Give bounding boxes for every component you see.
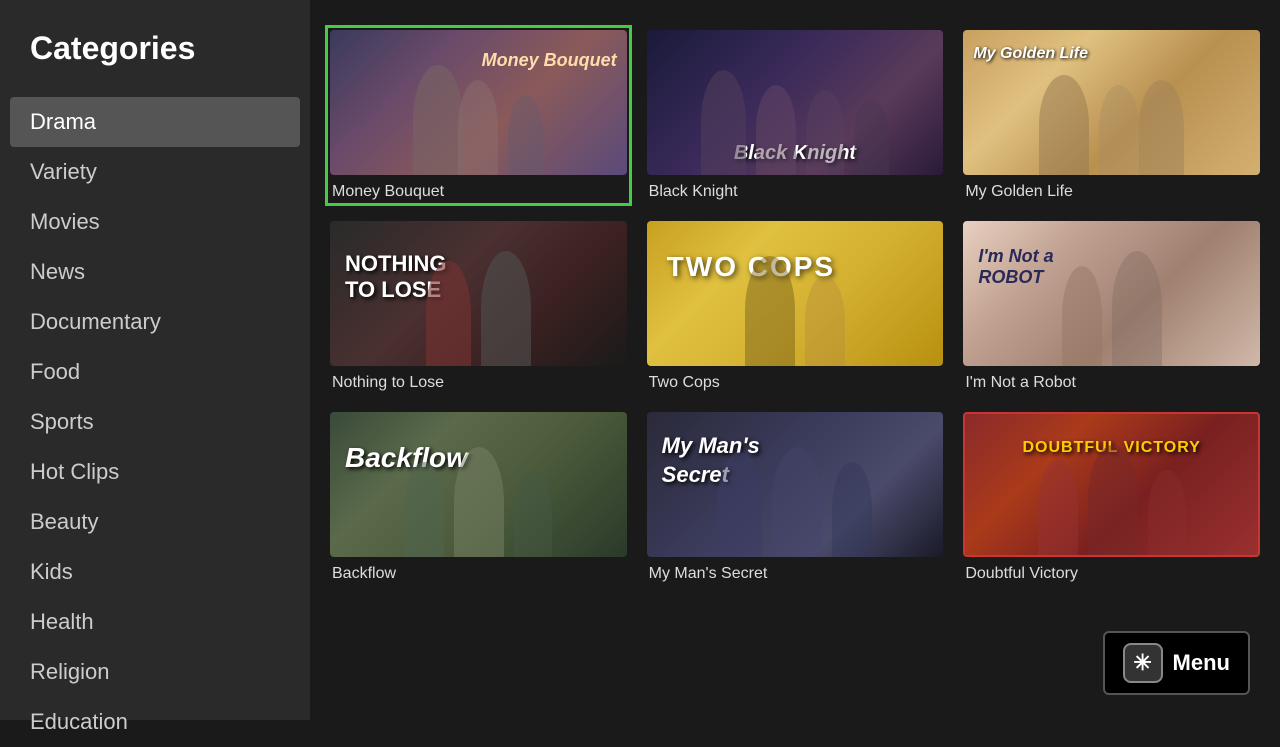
show-card-not-a-robot[interactable]: I'm Not a Robot	[963, 221, 1260, 392]
people-nothing-to-lose	[330, 221, 627, 366]
content-grid: Money Bouquet Black Knight	[330, 30, 1260, 583]
sidebar-item-education[interactable]: Education	[0, 697, 310, 747]
show-title-backflow: Backflow	[330, 565, 627, 583]
sidebar-item-food[interactable]: Food	[0, 347, 310, 397]
menu-label: Menu	[1173, 650, 1230, 676]
show-title-two-cops: Two Cops	[647, 374, 944, 392]
asterisk-symbol: ✳	[1133, 650, 1151, 676]
show-card-money-bouquet[interactable]: Money Bouquet	[330, 30, 627, 201]
sidebar-item-sports[interactable]: Sports	[0, 397, 310, 447]
people-two-cops	[647, 221, 944, 366]
show-card-doubtful-victory[interactable]: Doubtful Victory	[963, 412, 1260, 583]
show-card-two-cops[interactable]: Two Cops	[647, 221, 944, 392]
show-title-black-knight: Black Knight	[647, 183, 944, 201]
sidebar-item-health[interactable]: Health	[0, 597, 310, 647]
show-title-my-golden-life: My Golden Life	[963, 183, 1260, 201]
people-black-knight	[647, 30, 944, 175]
show-title-money-bouquet: Money Bouquet	[330, 183, 627, 201]
thumbnail-my-golden-life	[963, 30, 1260, 175]
sidebar-item-drama[interactable]: Drama	[10, 97, 300, 147]
thumbnail-not-a-robot	[963, 221, 1260, 366]
people-backflow	[330, 412, 627, 557]
sidebar-title: Categories	[0, 30, 310, 97]
show-title-not-a-robot: I'm Not a Robot	[963, 374, 1260, 392]
show-title-doubtful-victory: Doubtful Victory	[963, 565, 1260, 583]
show-card-backflow[interactable]: Backflow	[330, 412, 627, 583]
people-doubtful-victory	[965, 414, 1258, 555]
thumbnail-backflow	[330, 412, 627, 557]
show-title-my-mans-secret: My Man's Secret	[647, 565, 944, 583]
sidebar-item-beauty[interactable]: Beauty	[0, 497, 310, 547]
thumbnail-black-knight	[647, 30, 944, 175]
sidebar-item-documentary[interactable]: Documentary	[0, 297, 310, 347]
people-not-a-robot	[963, 221, 1260, 366]
sidebar-item-movies[interactable]: Movies	[0, 197, 310, 247]
thumbnail-nothing-to-lose	[330, 221, 627, 366]
sidebar-item-news[interactable]: News	[0, 247, 310, 297]
show-title-nothing-to-lose: Nothing to Lose	[330, 374, 627, 392]
sidebar: Categories Drama Variety Movies News Doc…	[0, 0, 310, 720]
people-money-bouquet	[330, 30, 627, 175]
show-card-my-mans-secret[interactable]: My Man's Secret	[647, 412, 944, 583]
show-card-black-knight[interactable]: Black Knight	[647, 30, 944, 201]
sidebar-item-hot-clips[interactable]: Hot Clips	[0, 447, 310, 497]
people-my-mans-secret	[647, 412, 944, 557]
thumbnail-my-mans-secret	[647, 412, 944, 557]
menu-button[interactable]: ✳ Menu	[1103, 631, 1250, 695]
thumbnail-two-cops	[647, 221, 944, 366]
sidebar-item-religion[interactable]: Religion	[0, 647, 310, 697]
thumbnail-doubtful-victory	[963, 412, 1260, 557]
show-card-nothing-to-lose[interactable]: Nothing to Lose	[330, 221, 627, 392]
menu-asterisk-icon: ✳	[1123, 643, 1163, 683]
sidebar-item-variety[interactable]: Variety	[0, 147, 310, 197]
thumbnail-money-bouquet	[330, 30, 627, 175]
people-my-golden-life	[963, 30, 1260, 175]
main-content: Money Bouquet Black Knight	[310, 0, 1280, 720]
sidebar-item-kids[interactable]: Kids	[0, 547, 310, 597]
show-card-my-golden-life[interactable]: My Golden Life	[963, 30, 1260, 201]
